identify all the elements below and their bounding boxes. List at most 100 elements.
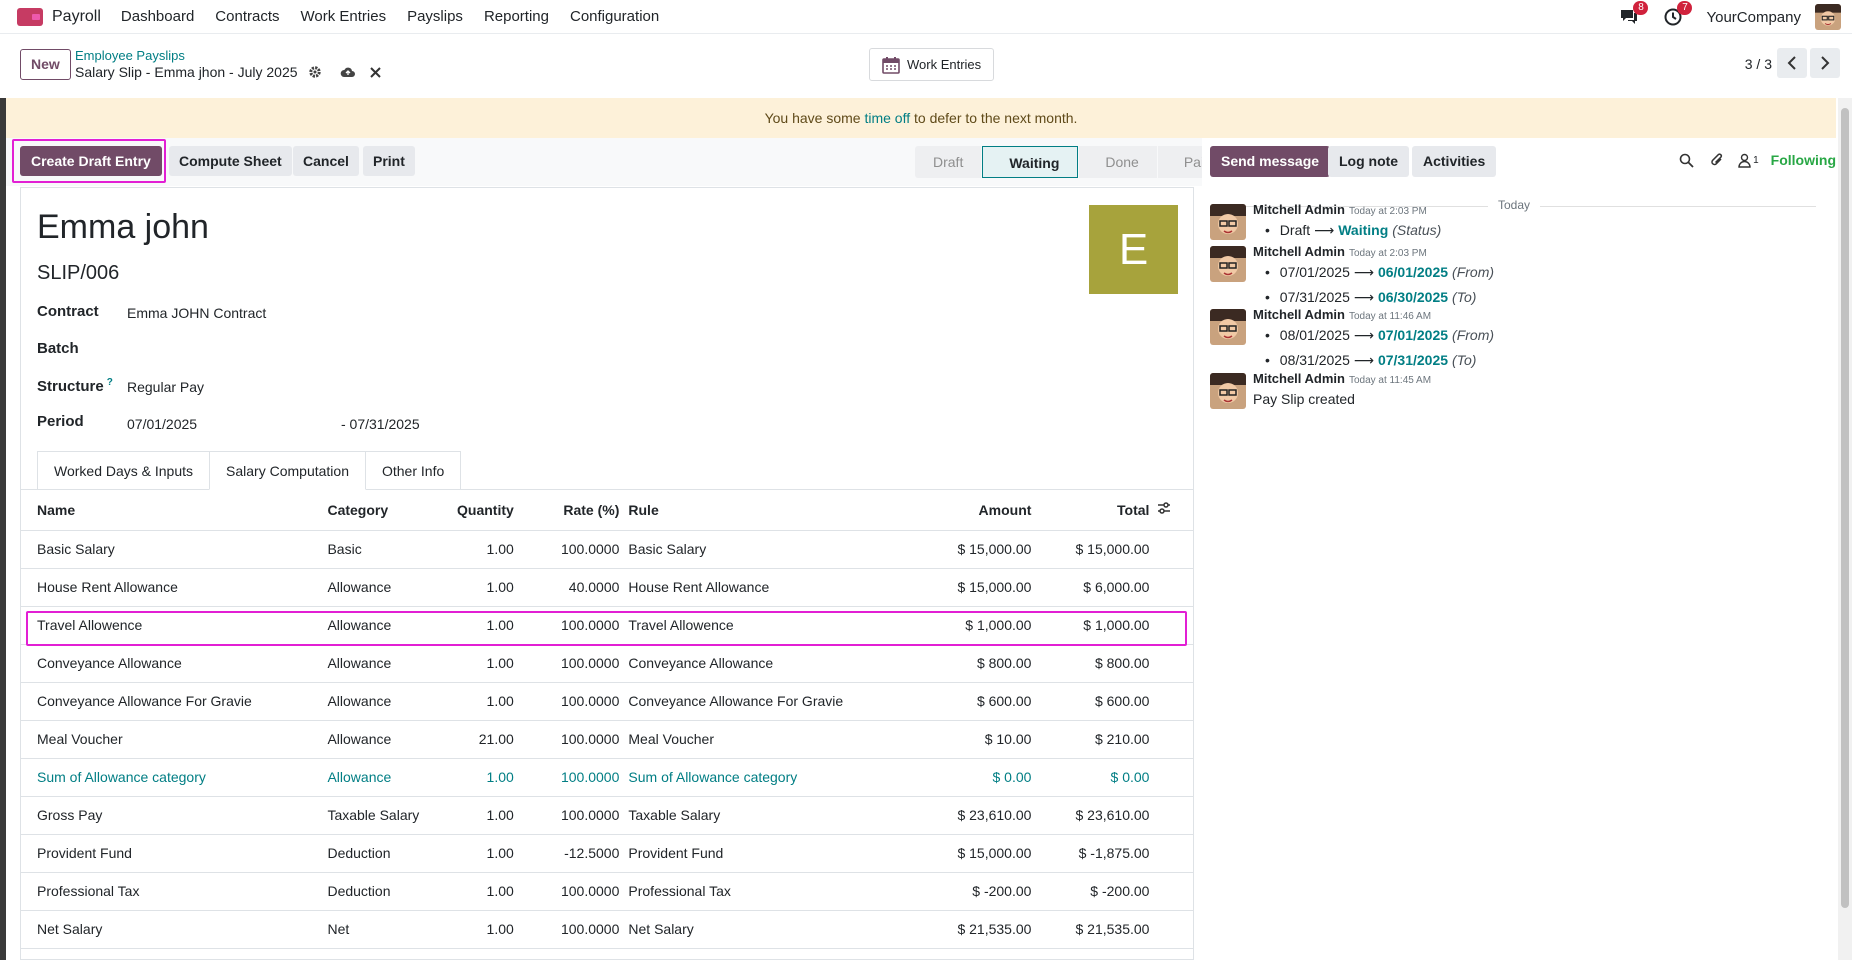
table-row[interactable]: Conveyance Allowance For Gravie Allowance…: [21, 682, 1193, 721]
cancel-button[interactable]: Cancel: [293, 146, 359, 176]
record-title: Salary Slip - Emma jhon - July 2025: [75, 64, 298, 80]
cell-rule: Net Salary: [619, 910, 906, 949]
col-category[interactable]: Category: [327, 490, 431, 531]
scrollbar-thumb[interactable]: [1841, 108, 1849, 908]
col-rate[interactable]: Rate (%): [513, 490, 620, 531]
paperclip-icon[interactable]: [1710, 152, 1724, 168]
menu-dashboard[interactable]: Dashboard: [121, 8, 194, 25]
slip-number[interactable]: SLIP/006: [37, 262, 119, 285]
col-quantity[interactable]: Quantity: [430, 490, 514, 531]
search-icon[interactable]: [1679, 153, 1694, 168]
table-row[interactable]: Professional Tax Deduction 1.00 100.0000 Pro…: [21, 872, 1193, 911]
pager-next-button[interactable]: [1810, 48, 1840, 78]
employee-name[interactable]: Emma john: [37, 208, 209, 247]
author-avatar[interactable]: [1210, 309, 1246, 345]
period-label: Period: [37, 413, 84, 430]
messages-button[interactable]: 8: [1618, 1, 1649, 28]
help-icon[interactable]: ?: [107, 377, 113, 388]
table-row[interactable]: Conveyance Allowance Allowance 1.00 100.000…: [21, 644, 1193, 683]
activities-button-chatter[interactable]: Activities: [1412, 146, 1497, 177]
followers-count[interactable]: 1: [1753, 155, 1759, 166]
table-row[interactable]: Gross Pay Taxable Salary 1.00 100.0000 Taxab…: [21, 796, 1193, 835]
payroll-app-icon[interactable]: [17, 7, 43, 26]
time-off-link[interactable]: time off: [864, 110, 910, 126]
cell-rate: 100.0000: [513, 872, 620, 911]
contract-field[interactable]: Emma JOHN Contract: [127, 305, 266, 321]
chatter-panel: Send message Log note Activities 1 Follo…: [1202, 138, 1836, 960]
new-button[interactable]: New: [20, 49, 71, 80]
structure-field[interactable]: Regular Pay: [127, 379, 204, 395]
cell-name: Provident Fund: [21, 834, 328, 873]
author-avatar[interactable]: [1210, 373, 1246, 409]
print-button[interactable]: Print: [363, 146, 415, 176]
menu-contracts[interactable]: Contracts: [215, 8, 279, 25]
optional-columns-toggle[interactable]: [1149, 490, 1193, 531]
tab-worked-days[interactable]: Worked Days & Inputs: [37, 451, 211, 490]
activities-button[interactable]: 7: [1662, 1, 1693, 28]
pager-value[interactable]: 3 / 3: [1745, 56, 1772, 72]
cell-quantity: 1.00: [430, 644, 514, 683]
cell-quantity: 1.00: [430, 910, 514, 949]
col-amount[interactable]: Amount: [905, 490, 1032, 531]
tab-other-info[interactable]: Other Info: [364, 451, 462, 490]
col-name[interactable]: Name: [21, 490, 328, 531]
company-switcher[interactable]: YourCompany: [1706, 9, 1801, 26]
new-value: 07/01/2025: [1377, 327, 1449, 343]
followers-icon[interactable]: [1738, 153, 1751, 168]
status-waiting[interactable]: Waiting: [982, 146, 1079, 178]
col-total[interactable]: Total: [1031, 490, 1150, 531]
cell-quantity: 1.00: [430, 834, 514, 873]
menu-configuration[interactable]: Configuration: [570, 8, 659, 25]
menu-reporting[interactable]: Reporting: [484, 8, 549, 25]
cell-total: $ 15,000.00: [1031, 530, 1150, 569]
table-row[interactable]: Provident Fund Deduction 1.00 -12.5000 Provi…: [21, 834, 1193, 873]
app-name[interactable]: Payroll: [52, 8, 101, 26]
message-author[interactable]: Mitchell Admin: [1253, 244, 1345, 259]
message-time: Today at 11:45 AM: [1348, 375, 1432, 386]
cell-category: Allowance: [327, 682, 431, 721]
gear-icon[interactable]: [308, 65, 322, 79]
batch-field[interactable]: [127, 340, 427, 358]
status-done[interactable]: Done: [1079, 146, 1157, 178]
table-row[interactable]: Net Salary Net 1.00 100.0000 Net Salary $ 21,…: [21, 910, 1193, 949]
col-rule[interactable]: Rule: [619, 490, 906, 531]
table-row[interactable]: Basic Salary Basic 1.00 100.0000 Basic Salar…: [21, 530, 1193, 569]
tracking-value: • 08/31/2025 ⟶ 07/31/2025 (To): [1265, 352, 1477, 368]
tab-salary-computation[interactable]: Salary Computation: [209, 451, 366, 490]
cell-total: $ -1,875.00: [1031, 834, 1150, 873]
menu-work-entries[interactable]: Work Entries: [301, 8, 387, 25]
message-author[interactable]: Mitchell Admin: [1253, 371, 1345, 386]
cell-spacer: [1149, 796, 1193, 835]
cell-category: Deduction: [327, 834, 431, 873]
menu-payslips[interactable]: Payslips: [407, 8, 463, 25]
cell-quantity: 1.00: [430, 682, 514, 721]
table-row[interactable]: Sum of Allowance category Allowance 1.00 10…: [21, 758, 1193, 797]
discard-icon[interactable]: [369, 66, 381, 78]
salary-computation-table: Name Category Quantity Rate (%) Rule Amo…: [21, 490, 1193, 949]
table-row[interactable]: Meal Voucher Allowance 21.00 100.0000 Meal V…: [21, 720, 1193, 759]
work-entries-smart-button[interactable]: Work Entries: [869, 48, 995, 81]
send-message-button[interactable]: Send message: [1210, 146, 1331, 177]
cell-spacer: [1149, 834, 1193, 873]
table-row[interactable]: House Rent Allowance Allowance 1.00 40.0000…: [21, 568, 1193, 607]
message-author[interactable]: Mitchell Admin: [1253, 202, 1345, 217]
cell-name: Conveyance Allowance: [21, 644, 328, 683]
compute-sheet-button[interactable]: Compute Sheet: [169, 146, 292, 176]
period-from-field[interactable]: 07/01/2025: [127, 416, 197, 432]
user-avatar[interactable]: [1815, 4, 1841, 30]
status-draft[interactable]: Draft: [915, 146, 982, 178]
scrollbar[interactable]: [1838, 98, 1852, 960]
author-avatar[interactable]: [1210, 246, 1246, 282]
log-note-button[interactable]: Log note: [1328, 146, 1410, 177]
following-button[interactable]: Following: [1771, 152, 1836, 168]
structure-label-text: Structure: [37, 378, 104, 395]
cloud-save-icon[interactable]: [340, 66, 356, 78]
breadcrumb-parent[interactable]: Employee Payslips: [75, 48, 185, 63]
author-avatar[interactable]: [1210, 204, 1246, 240]
period-to-field[interactable]: - 07/31/2025: [341, 416, 420, 432]
cell-rate: 40.0000: [513, 568, 620, 607]
pager-previous-button[interactable]: [1777, 48, 1807, 78]
structure-label: Structure?: [37, 377, 113, 395]
cell-category: Allowance: [327, 758, 431, 797]
message-author[interactable]: Mitchell Admin: [1253, 307, 1345, 322]
